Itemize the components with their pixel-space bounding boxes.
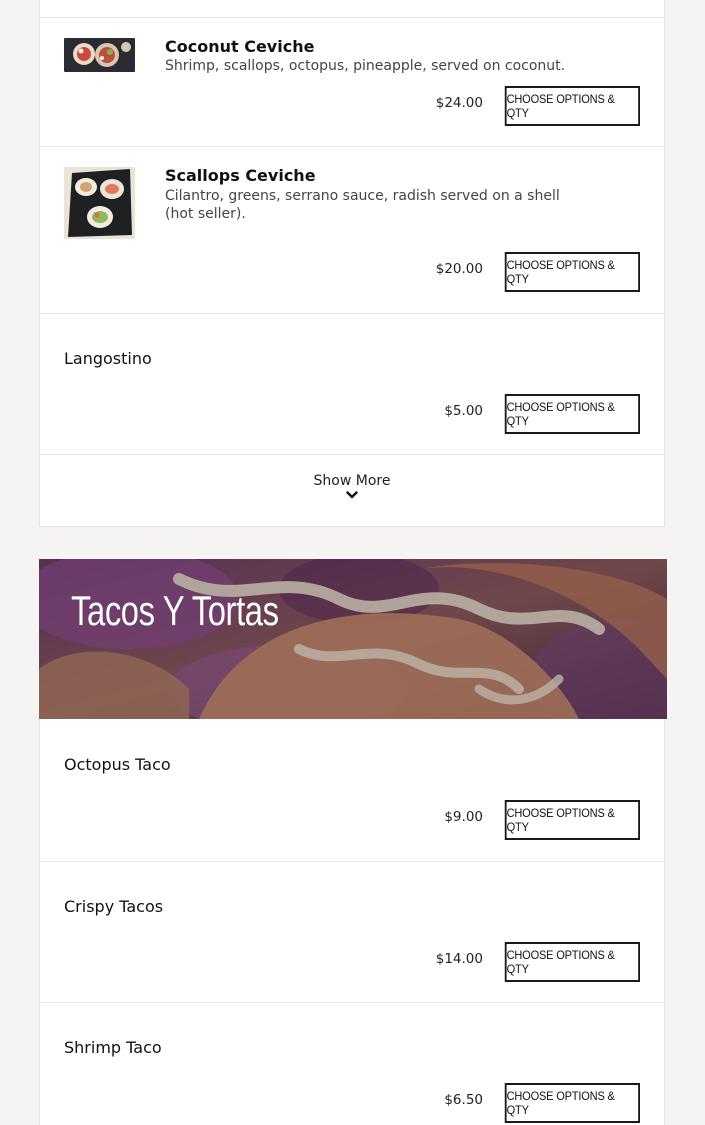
item-divider xyxy=(40,17,664,18)
choose-options-button[interactable]: CHOOSE OPTIONS & QTY xyxy=(504,252,640,292)
item-divider xyxy=(40,1002,664,1003)
category-title: Tacos Y Tortas xyxy=(71,587,279,634)
category-banner: Tacos Y Tortas xyxy=(39,559,667,719)
scallops-ceviche-image[interactable] xyxy=(64,167,135,239)
choose-options-button[interactable]: CHOOSE OPTIONS & QTY xyxy=(504,394,640,434)
choose-options-button[interactable]: CHOOSE OPTIONS & QTY xyxy=(504,942,640,982)
item-name[interactable]: Shrimp Taco xyxy=(64,1038,162,1057)
item-divider xyxy=(40,454,664,455)
item-divider xyxy=(40,313,664,314)
item-name[interactable]: Octopus Taco xyxy=(64,755,171,774)
choose-options-button[interactable]: CHOOSE OPTIONS & QTY xyxy=(504,1083,640,1123)
item-divider xyxy=(40,861,664,862)
coconut-ceviche-image[interactable] xyxy=(64,38,135,72)
item-description: Cilantro, greens, serrano sauce, radish … xyxy=(165,188,560,222)
item-description: Shrimp, scallops, octopus, pineapple, se… xyxy=(165,58,566,74)
choose-options-button[interactable]: CHOOSE OPTIONS & QTY xyxy=(504,800,640,840)
item-name[interactable]: Langostino xyxy=(64,349,152,368)
item-divider xyxy=(40,146,664,147)
item-price: $20.00 xyxy=(435,261,483,277)
item-price: $5.00 xyxy=(444,403,483,419)
item-name[interactable]: Coconut Ceviche xyxy=(165,37,314,56)
item-name[interactable]: Scallops Ceviche xyxy=(165,166,316,185)
item-price: $6.50 xyxy=(444,1092,483,1108)
show-more-label: Show More xyxy=(313,473,391,489)
chevron-down-icon xyxy=(346,491,358,499)
item-price: $14.00 xyxy=(435,951,483,967)
item-price: $9.00 xyxy=(444,809,483,825)
menu-section-card: Coconut Ceviche Shrimp, scallops, octopu… xyxy=(39,0,665,527)
menu-section-card: Octopus Taco $9.00 CHOOSE OPTIONS & QTY … xyxy=(39,719,665,1125)
item-name[interactable]: Crispy Tacos xyxy=(64,897,163,916)
item-price: $24.00 xyxy=(435,95,483,111)
show-more-button[interactable]: Show More xyxy=(40,456,664,526)
choose-options-button[interactable]: CHOOSE OPTIONS & QTY xyxy=(504,86,640,126)
banner-background-image xyxy=(39,559,667,719)
